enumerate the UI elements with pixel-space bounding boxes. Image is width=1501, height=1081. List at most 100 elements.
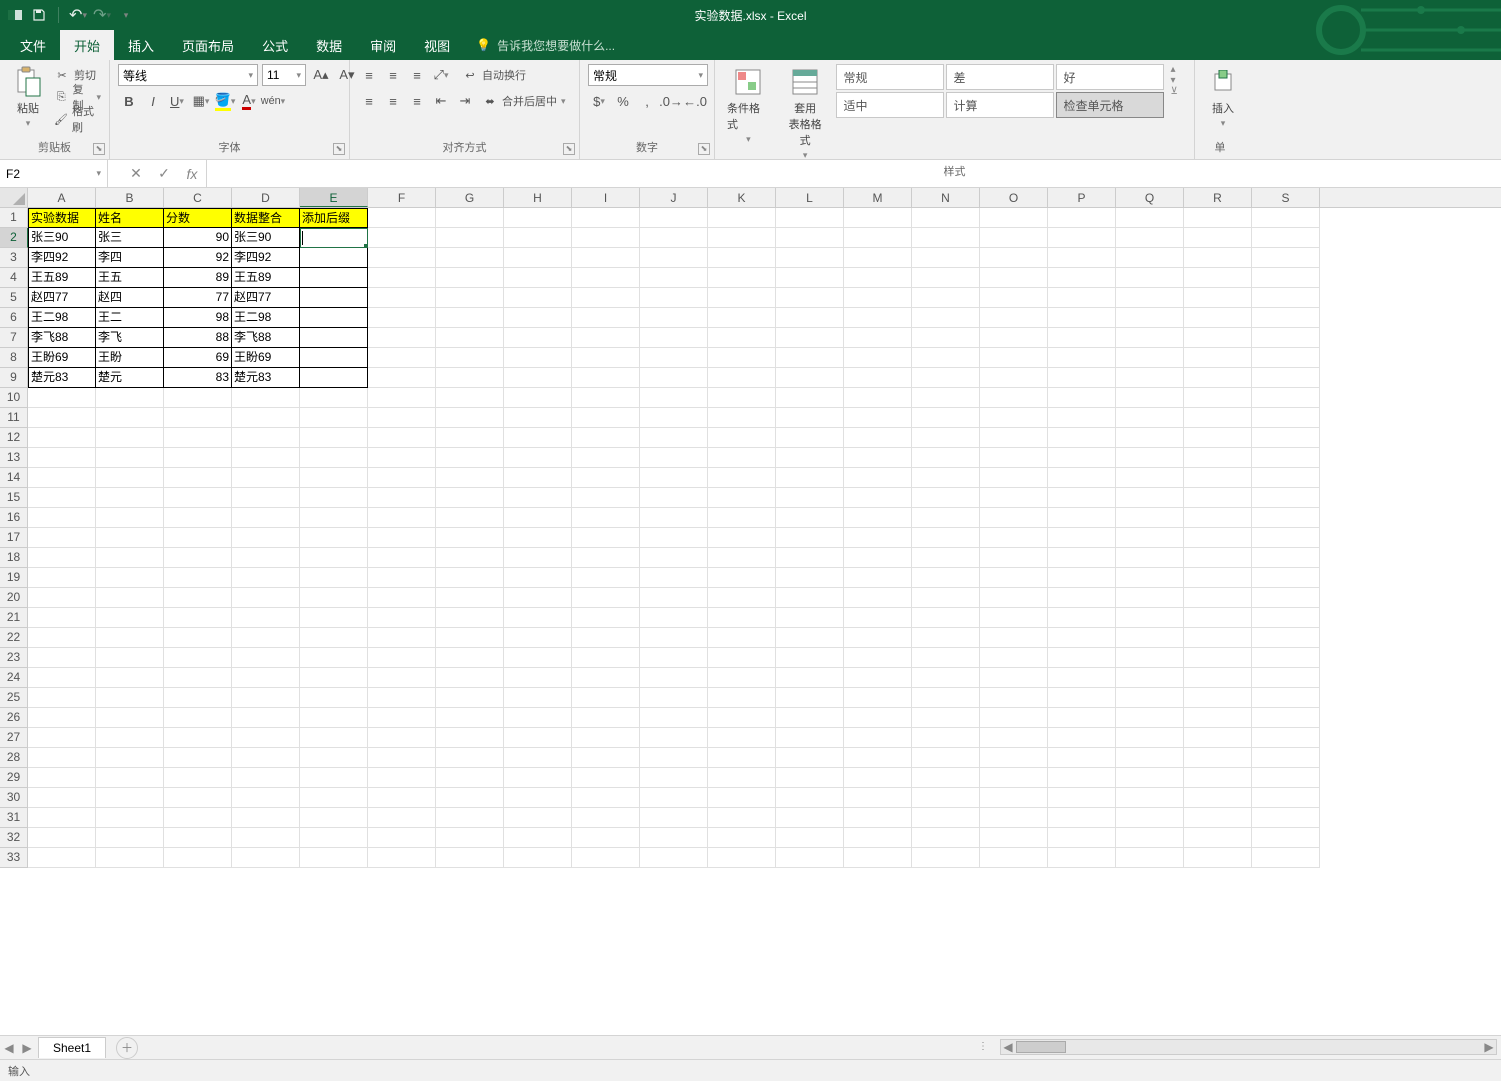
percent-format-icon[interactable]: % — [612, 90, 634, 112]
cell-D26[interactable] — [232, 708, 300, 728]
cell-S30[interactable] — [1252, 788, 1320, 808]
cell-L9[interactable] — [776, 368, 844, 388]
cell-Q27[interactable] — [1116, 728, 1184, 748]
cell-C28[interactable] — [164, 748, 232, 768]
cell-M9[interactable] — [844, 368, 912, 388]
cell-O7[interactable] — [980, 328, 1048, 348]
cell-S4[interactable] — [1252, 268, 1320, 288]
cell-L31[interactable] — [776, 808, 844, 828]
cell-M17[interactable] — [844, 528, 912, 548]
cell-B27[interactable] — [96, 728, 164, 748]
cell-B14[interactable] — [96, 468, 164, 488]
cell-N2[interactable] — [912, 228, 980, 248]
cell-M4[interactable] — [844, 268, 912, 288]
cell-J17[interactable] — [640, 528, 708, 548]
cell-G10[interactable] — [436, 388, 504, 408]
cell-L3[interactable] — [776, 248, 844, 268]
cell-E20[interactable] — [300, 588, 368, 608]
cell-J27[interactable] — [640, 728, 708, 748]
cell-A23[interactable] — [28, 648, 96, 668]
cell-G8[interactable] — [436, 348, 504, 368]
tab-pagelayout[interactable]: 页面布局 — [168, 30, 248, 60]
format-as-table-button[interactable]: 套用 表格格式▾ — [780, 64, 831, 163]
row-header-14[interactable]: 14 — [0, 468, 28, 488]
tab-formulas[interactable]: 公式 — [248, 30, 302, 60]
cell-B23[interactable] — [96, 648, 164, 668]
cell-B31[interactable] — [96, 808, 164, 828]
column-header-Q[interactable]: Q — [1116, 188, 1184, 207]
cell-S15[interactable] — [1252, 488, 1320, 508]
cell-H29[interactable] — [504, 768, 572, 788]
cell-D24[interactable] — [232, 668, 300, 688]
cell-F17[interactable] — [368, 528, 436, 548]
cell-R22[interactable] — [1184, 628, 1252, 648]
cell-J2[interactable] — [640, 228, 708, 248]
column-header-S[interactable]: S — [1252, 188, 1320, 207]
cell-M16[interactable] — [844, 508, 912, 528]
cell-N11[interactable] — [912, 408, 980, 428]
row-header-23[interactable]: 23 — [0, 648, 28, 668]
cell-A26[interactable] — [28, 708, 96, 728]
cell-O8[interactable] — [980, 348, 1048, 368]
cell-K25[interactable] — [708, 688, 776, 708]
cell-K30[interactable] — [708, 788, 776, 808]
cell-E22[interactable] — [300, 628, 368, 648]
cell-D30[interactable] — [232, 788, 300, 808]
cell-L33[interactable] — [776, 848, 844, 868]
styles-more-icon[interactable]: ⊻ — [1170, 86, 1186, 97]
cell-R18[interactable] — [1184, 548, 1252, 568]
cell-G27[interactable] — [436, 728, 504, 748]
column-header-N[interactable]: N — [912, 188, 980, 207]
cell-B33[interactable] — [96, 848, 164, 868]
sheet-split-handle[interactable]: ⋮ — [978, 1041, 990, 1052]
cell-O6[interactable] — [980, 308, 1048, 328]
cell-P21[interactable] — [1048, 608, 1116, 628]
cell-M24[interactable] — [844, 668, 912, 688]
cell-S27[interactable] — [1252, 728, 1320, 748]
cell-F29[interactable] — [368, 768, 436, 788]
cell-O32[interactable] — [980, 828, 1048, 848]
cell-Q11[interactable] — [1116, 408, 1184, 428]
column-header-D[interactable]: D — [232, 188, 300, 207]
cell-R30[interactable] — [1184, 788, 1252, 808]
cell-K9[interactable] — [708, 368, 776, 388]
cell-D14[interactable] — [232, 468, 300, 488]
tab-view[interactable]: 视图 — [410, 30, 464, 60]
worksheet-grid[interactable]: ABCDEFGHIJKLMNOPQRS 1实验数据姓名分数数据整合添加后缀2张三… — [0, 188, 1501, 1035]
cell-M27[interactable] — [844, 728, 912, 748]
cell-J10[interactable] — [640, 388, 708, 408]
row-header-21[interactable]: 21 — [0, 608, 28, 628]
font-color-icon[interactable]: A▾ — [238, 90, 260, 112]
cell-P30[interactable] — [1048, 788, 1116, 808]
cell-J4[interactable] — [640, 268, 708, 288]
cell-C33[interactable] — [164, 848, 232, 868]
cell-A1[interactable]: 实验数据 — [28, 208, 96, 228]
bold-icon[interactable]: B — [118, 90, 140, 112]
cell-O10[interactable] — [980, 388, 1048, 408]
cell-I20[interactable] — [572, 588, 640, 608]
cell-D8[interactable]: 王盼69 — [232, 348, 300, 368]
cell-O20[interactable] — [980, 588, 1048, 608]
cell-D15[interactable] — [232, 488, 300, 508]
cell-C6[interactable]: 98 — [164, 308, 232, 328]
cell-P18[interactable] — [1048, 548, 1116, 568]
cell-N26[interactable] — [912, 708, 980, 728]
cell-F7[interactable] — [368, 328, 436, 348]
cell-H16[interactable] — [504, 508, 572, 528]
cell-P23[interactable] — [1048, 648, 1116, 668]
cell-S13[interactable] — [1252, 448, 1320, 468]
cell-C19[interactable] — [164, 568, 232, 588]
row-header-16[interactable]: 16 — [0, 508, 28, 528]
cell-G9[interactable] — [436, 368, 504, 388]
cell-E16[interactable] — [300, 508, 368, 528]
cell-L29[interactable] — [776, 768, 844, 788]
font-dialog-icon[interactable]: ⬊ — [333, 143, 345, 155]
cell-I8[interactable] — [572, 348, 640, 368]
cell-I5[interactable] — [572, 288, 640, 308]
cell-N18[interactable] — [912, 548, 980, 568]
decrease-decimal-icon[interactable]: ←.0 — [684, 90, 706, 112]
cell-J5[interactable] — [640, 288, 708, 308]
cell-J21[interactable] — [640, 608, 708, 628]
cell-R1[interactable] — [1184, 208, 1252, 228]
cell-Q4[interactable] — [1116, 268, 1184, 288]
